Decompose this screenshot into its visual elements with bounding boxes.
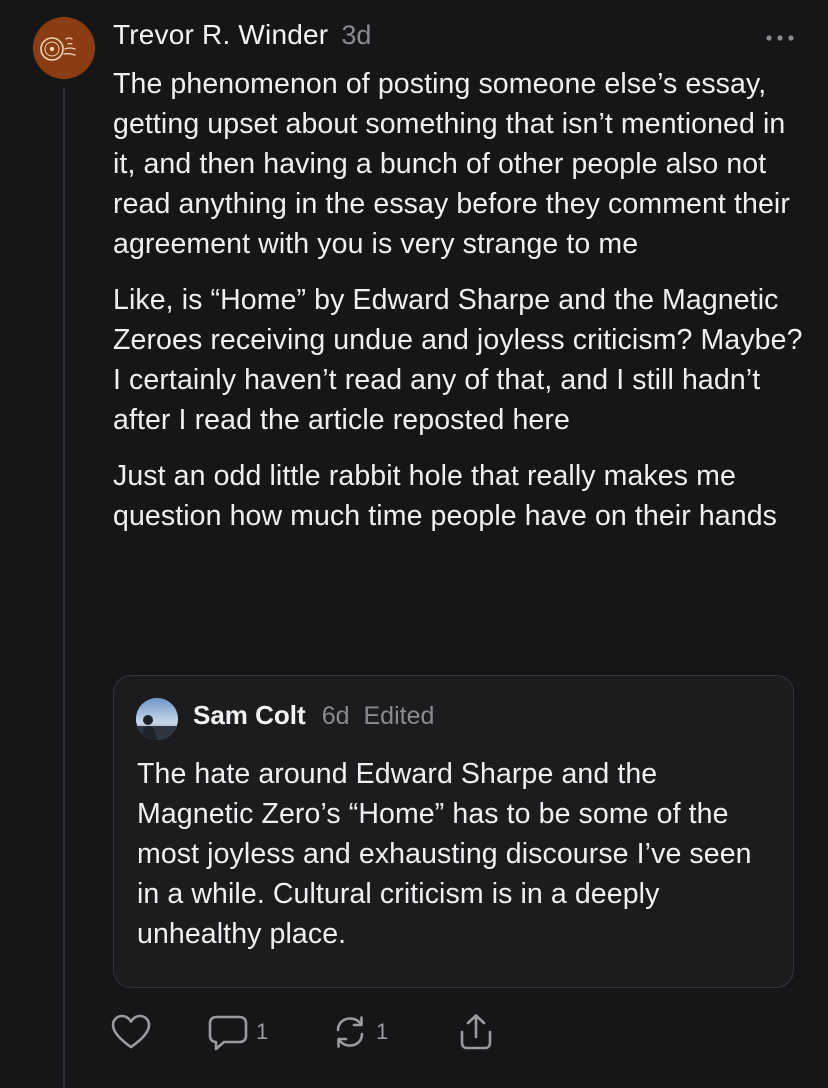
restack-icon [336,1016,364,1048]
quoted-author-avatar[interactable] [136,698,178,740]
action-bar: 1 1 [110,1010,530,1054]
author-name[interactable]: Trevor R. Winder [113,19,328,51]
restack-count: 1 [376,1019,389,1044]
share-button[interactable] [454,1010,498,1054]
post-header: Trevor R. Winder 3d [113,19,371,59]
quoted-note-header: Sam Colt 6d Edited [193,700,434,731]
edited-label: Edited [363,702,435,730]
quoted-timestamp: 6d [321,702,350,730]
quoted-note-card[interactable]: Sam Colt 6d Edited The hate around Edwar… [113,675,794,988]
post-paragraph: Just an odd little rabbit hole that real… [113,460,777,532]
quoted-note-text: The hate around Edward Sharpe and the Ma… [137,758,752,950]
comment-icon [208,1015,248,1051]
reply-count: 1 [256,1019,269,1044]
person-photo-icon [136,698,178,740]
post-paragraph: Like, is “Home” by Edward Sharpe and the… [113,284,803,436]
ellipsis-icon [766,35,794,41]
like-button[interactable] [110,1010,152,1054]
thread-line [63,88,65,1088]
share-icon [460,1014,492,1050]
record-logo-icon [33,17,95,79]
quoted-author-name[interactable]: Sam Colt [193,700,306,731]
heart-icon [111,1014,151,1049]
post-timestamp[interactable]: 3d [341,20,371,51]
post-paragraph: The phenomenon of posting someone else’s… [113,68,790,260]
post-body: The phenomenon of posting someone else’s… [113,64,803,552]
restack-button[interactable]: 1 [330,1010,388,1054]
reply-button[interactable]: 1 [206,1010,268,1054]
author-avatar[interactable] [33,17,95,79]
more-options-button[interactable] [760,24,800,52]
